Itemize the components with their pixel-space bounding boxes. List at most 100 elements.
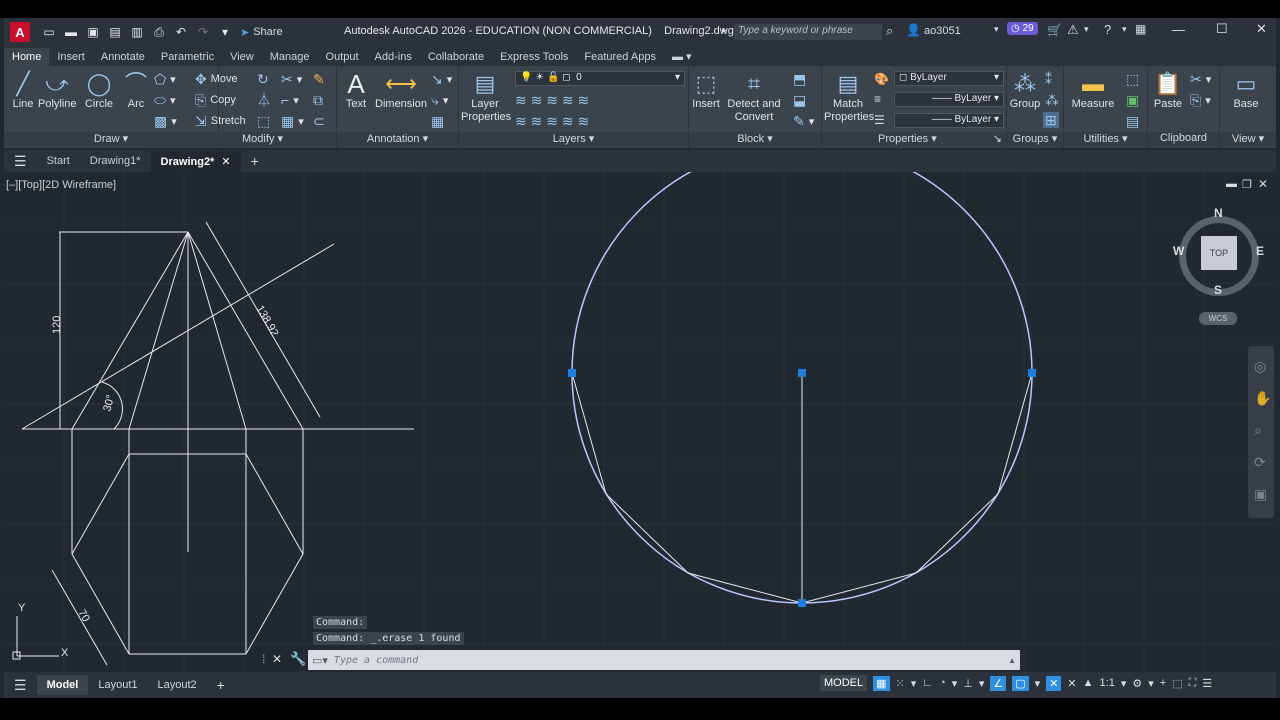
tab-home[interactable]: Home: [4, 48, 50, 66]
tab-insert[interactable]: Insert: [49, 48, 93, 66]
polyline-tool[interactable]: ⤻ Polyline: [38, 70, 77, 110]
snap-dropdown-icon[interactable]: ▾: [911, 677, 917, 690]
command-customize-icon[interactable]: 🔧: [290, 651, 306, 667]
showmotion-icon[interactable]: ▣: [1254, 486, 1267, 503]
cut-tool[interactable]: ✂ ▾: [1190, 72, 1211, 86]
quick-select-tool[interactable]: ⬚: [1126, 72, 1139, 86]
insert-tool[interactable]: ⬚ Insert: [691, 70, 721, 110]
ortho-icon[interactable]: ∟: [922, 677, 933, 689]
viewcube-west[interactable]: W: [1173, 244, 1184, 258]
lineweight-dropdown[interactable]: —— ByLayer ▾: [894, 113, 1004, 128]
scale-button[interactable]: ⬚: [257, 114, 270, 128]
open-folder-icon[interactable]: ▬: [62, 24, 80, 40]
wcs-menu[interactable]: WCS: [1199, 312, 1237, 325]
tab-output[interactable]: Output: [318, 48, 367, 66]
isolate-objects-icon[interactable]: ⬚: [1172, 677, 1182, 690]
group-tool[interactable]: ⁂ Group: [1009, 70, 1041, 110]
viewport-minimize-icon[interactable]: ▬: [1226, 178, 1237, 190]
color-dropdown[interactable]: ◻ ByLayer ▾: [894, 71, 1004, 86]
inscribed-polygon[interactable]: [571, 372, 1033, 604]
zoom-extents-icon[interactable]: ⌕: [1254, 422, 1262, 439]
notifications-badge[interactable]: ◷ 29: [1007, 22, 1038, 35]
dimension-tool[interactable]: ⟷ Dimension: [375, 70, 427, 110]
grip-right[interactable]: [1028, 369, 1036, 377]
tab-manage[interactable]: Manage: [262, 48, 318, 66]
viewcube-east[interactable]: E: [1256, 244, 1264, 258]
paste-tool[interactable]: 📋 Paste: [1152, 70, 1184, 110]
username[interactable]: ao3051: [924, 25, 961, 37]
undo-icon[interactable]: ↶: [172, 24, 190, 40]
save-as-icon[interactable]: ▤: [106, 24, 124, 40]
match-properties-tool[interactable]: ▤ Match Properties: [824, 70, 874, 124]
cart-icon[interactable]: 🛒: [1047, 23, 1062, 37]
grid-toggle-icon[interactable]: ▦: [873, 675, 890, 691]
steering-wheel-icon[interactable]: ◎: [1254, 358, 1266, 375]
viewport-controls-label[interactable]: [–][Top][2D Wireframe]: [6, 179, 116, 191]
ellipse-tool[interactable]: ⬭ ▾: [154, 93, 176, 107]
group-edit-tool[interactable]: ⁂: [1045, 93, 1059, 107]
command-prompt-icon[interactable]: ▭▾: [312, 654, 328, 667]
viewport-restore-icon[interactable]: ❐: [1242, 178, 1252, 191]
select-all-tool[interactable]: ▣: [1126, 93, 1139, 107]
tab-express-tools[interactable]: Express Tools: [492, 48, 576, 66]
text-tool[interactable]: A Text: [341, 70, 371, 110]
block-panel-title[interactable]: Block ▾: [689, 132, 821, 147]
viewcube-north[interactable]: N: [1214, 206, 1223, 220]
tab-layout2[interactable]: Layout2: [148, 675, 207, 695]
orbit-icon[interactable]: ⟳: [1254, 454, 1266, 471]
user-icon[interactable]: 👤: [906, 23, 921, 37]
viewport-close-icon[interactable]: ✕: [1258, 177, 1268, 191]
properties-launcher-icon[interactable]: ↘: [993, 132, 1002, 145]
maximize-icon[interactable]: ☐: [1216, 21, 1228, 37]
grip-left[interactable]: [568, 369, 576, 377]
workspace-dropdown-icon[interactable]: ▾: [1148, 677, 1154, 690]
search-expand-icon[interactable]: ▸: [722, 25, 727, 36]
annotation-scale-value[interactable]: 1:1: [1100, 677, 1115, 689]
erase-button[interactable]: ✎: [313, 72, 325, 86]
fillet-button[interactable]: ⌐ ▾: [281, 93, 299, 107]
osnap-dropdown-icon[interactable]: ▾: [1035, 677, 1041, 690]
mirror-button[interactable]: ⏃: [257, 93, 271, 107]
mleader-tool[interactable]: ⤷ ▾: [431, 93, 448, 107]
qa-dropdown-icon[interactable]: ▾: [216, 24, 234, 40]
viewcube-south[interactable]: S: [1214, 283, 1222, 297]
command-input[interactable]: ▭▾ Type a command ▲: [308, 650, 1020, 670]
move-button[interactable]: ✥ Move: [195, 72, 238, 86]
web-mobile-icon[interactable]: ▥: [128, 24, 146, 40]
close-tab-icon[interactable]: ✕: [221, 156, 230, 168]
offset-button[interactable]: ⊂: [313, 114, 325, 128]
ribbon-options-icon[interactable]: ▬ ▾: [664, 47, 700, 66]
tab-layout1[interactable]: Layout1: [88, 675, 147, 695]
view-panel-title[interactable]: View ▾: [1220, 132, 1276, 147]
tab-view[interactable]: View: [222, 48, 262, 66]
annotation-panel-title[interactable]: Annotation ▾: [337, 132, 458, 147]
save-icon[interactable]: ▣: [84, 24, 102, 40]
polar-dropdown-icon[interactable]: ▾: [952, 677, 958, 690]
auto-scale-icon[interactable]: ✕: [1067, 677, 1076, 690]
fullscreen-icon[interactable]: ⛶: [1189, 677, 1197, 690]
array-button[interactable]: ▦ ▾: [281, 114, 304, 128]
share-button[interactable]: ➤ Share: [240, 26, 283, 39]
snap-toggle-icon[interactable]: ⁙: [896, 677, 905, 690]
calculator-tool[interactable]: ▤: [1126, 114, 1139, 128]
help-dropdown-icon[interactable]: ▾: [1122, 24, 1127, 35]
draw-panel-title[interactable]: Draw ▾: [4, 132, 218, 147]
model-space-toggle[interactable]: MODEL: [820, 675, 868, 691]
layer-tools-row1[interactable]: ≋ ≋ ≋ ≋ ≋: [515, 93, 589, 107]
tab-annotate[interactable]: Annotate: [93, 48, 153, 66]
search-input[interactable]: Type a keyword or phrase: [734, 24, 882, 40]
layer-tools-row2[interactable]: ≋ ≋ ≋ ≋ ≋: [515, 114, 589, 128]
tab-drawing1[interactable]: Drawing1*: [80, 151, 151, 171]
arc-tool[interactable]: ⌒ Arc: [122, 70, 150, 110]
explode-button[interactable]: ⧉: [313, 93, 323, 107]
pan-icon[interactable]: ✋: [1254, 390, 1271, 407]
tab-model[interactable]: Model: [36, 675, 89, 695]
object-snap-tracking-icon[interactable]: ∠: [990, 675, 1007, 691]
linetype-dropdown[interactable]: —— ByLayer ▾: [894, 92, 1004, 107]
add-icon[interactable]: +: [1160, 677, 1166, 689]
tab-featured-apps[interactable]: Featured Apps: [576, 48, 664, 66]
command-grip-icon[interactable]: ⁞: [262, 652, 265, 666]
rectangle-tool[interactable]: ⬠ ▾: [154, 72, 176, 86]
layers-panel-title[interactable]: Layers ▾: [459, 132, 688, 147]
stretch-button[interactable]: ⇲ Stretch: [195, 114, 246, 128]
